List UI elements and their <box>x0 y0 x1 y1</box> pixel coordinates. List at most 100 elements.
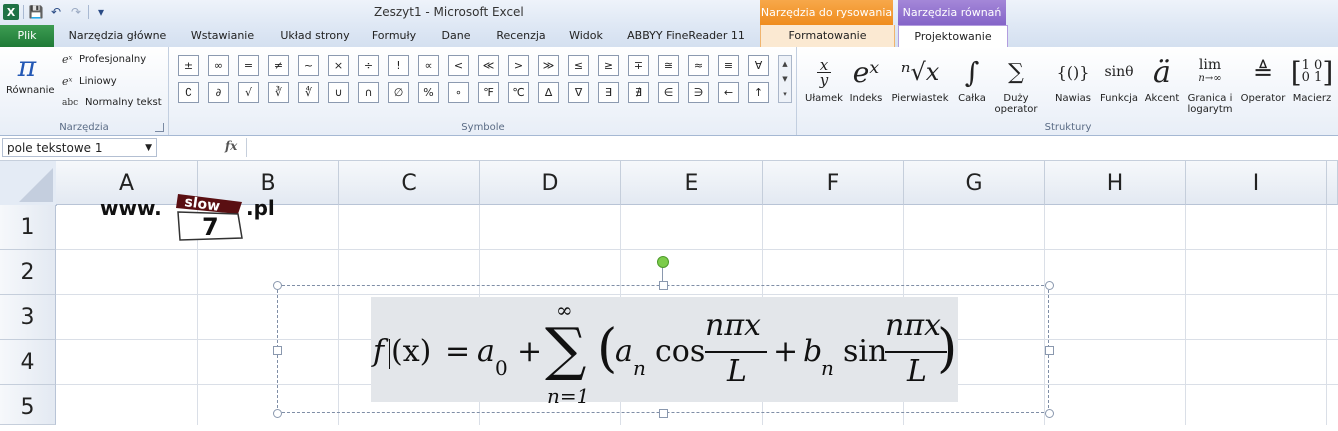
symbol-row1-14[interactable]: ≥ <box>598 55 619 76</box>
symbol-row2-16[interactable]: ∈ <box>658 82 679 103</box>
resize-handle-bottom[interactable] <box>659 409 668 418</box>
symbol-row2-0[interactable]: ∁ <box>178 82 199 103</box>
resize-handle-top-left[interactable] <box>273 281 282 290</box>
column-header-f[interactable]: F <box>763 161 904 205</box>
resize-handle-bottom-right[interactable] <box>1045 409 1054 418</box>
large-operator-button[interactable]: ∑ Duży operator <box>992 51 1040 116</box>
tab-insert[interactable]: Wstawianie <box>180 25 265 47</box>
function-button[interactable]: sinθ Funkcja <box>1096 51 1142 104</box>
chevron-down-icon[interactable]: ▼ <box>145 139 152 158</box>
symbol-row2-11[interactable]: ℃ <box>508 82 529 103</box>
bracket-button[interactable]: {()} Nawias <box>1050 51 1096 105</box>
redo-icon[interactable]: ↷ <box>68 4 84 20</box>
symbol-row1-11[interactable]: > <box>508 55 529 76</box>
scroll-down-icon[interactable]: ▼ <box>779 71 791 86</box>
limit-log-button[interactable]: lim n→∞ Granica i logarytm <box>1184 51 1236 115</box>
symbol-row1-2[interactable]: = <box>238 55 259 76</box>
symbol-row1-6[interactable]: ÷ <box>358 55 379 76</box>
symbol-row2-1[interactable]: ∂ <box>208 82 229 103</box>
scroll-up-icon[interactable]: ▲ <box>779 56 791 71</box>
column-header-e[interactable]: E <box>621 161 763 205</box>
equation-button[interactable]: π Równanie <box>6 51 55 97</box>
column-header-h[interactable]: H <box>1045 161 1186 205</box>
symbol-row1-17[interactable]: ≈ <box>688 55 709 76</box>
symbol-row1-1[interactable]: ∞ <box>208 55 229 76</box>
excel-app-icon[interactable]: X <box>3 4 19 20</box>
symbol-row2-10[interactable]: ℉ <box>478 82 499 103</box>
rotation-handle[interactable] <box>657 256 669 268</box>
column-header-c[interactable]: C <box>339 161 480 205</box>
tab-format[interactable]: Formatowanie <box>760 25 895 47</box>
symbol-row1-7[interactable]: ! <box>388 55 409 76</box>
tab-view[interactable]: Widok <box>562 25 610 47</box>
symbol-row2-8[interactable]: % <box>418 82 439 103</box>
symbol-row1-0[interactable]: ± <box>178 55 199 76</box>
symbol-row2-6[interactable]: ∩ <box>358 82 379 103</box>
linear-button[interactable]: eˣ Liniowy <box>62 75 117 88</box>
symbol-row1-10[interactable]: ≪ <box>478 55 499 76</box>
column-header-next[interactable] <box>1327 161 1338 205</box>
symbol-row2-13[interactable]: ∇ <box>568 82 589 103</box>
operator-button[interactable]: ≜ Operator <box>1238 51 1288 104</box>
professional-button[interactable]: eˣ Profesjonalny <box>62 53 146 66</box>
row-header-3[interactable]: 3 <box>0 295 56 340</box>
tab-data[interactable]: Dane <box>432 25 480 47</box>
tab-formulas[interactable]: Formuły <box>363 25 425 47</box>
select-all-corner[interactable] <box>0 161 57 206</box>
insert-function-icon[interactable]: fx <box>225 139 237 153</box>
symbol-row1-15[interactable]: ∓ <box>628 55 649 76</box>
symbol-row1-19[interactable]: ∀ <box>748 55 769 76</box>
symbol-row1-4[interactable]: ~ <box>298 55 319 76</box>
column-header-g[interactable]: G <box>904 161 1045 205</box>
row-header-5[interactable]: 5 <box>0 385 56 425</box>
tab-design[interactable]: Projektowanie <box>898 25 1008 49</box>
formula-input[interactable] <box>246 138 1337 157</box>
accent-button[interactable]: ä Akcent <box>1142 51 1182 105</box>
row-header-1[interactable]: 1 <box>0 205 56 250</box>
row-header-4[interactable]: 4 <box>0 340 56 385</box>
symbol-row2-19[interactable]: ↑ <box>748 82 769 103</box>
tab-home[interactable]: Narzędzia główne <box>60 25 175 47</box>
symbol-row1-12[interactable]: ≫ <box>538 55 559 76</box>
tab-abbyy[interactable]: ABBYY FineReader 11 <box>620 25 752 47</box>
column-header-i[interactable]: I <box>1186 161 1327 205</box>
resize-handle-top-right[interactable] <box>1045 281 1054 290</box>
matrix-button[interactable]: [1 00 1] Macierz <box>1290 51 1334 105</box>
radical-button[interactable]: ⁿ√x Pierwiastek <box>888 51 952 104</box>
symbol-row1-13[interactable]: ≤ <box>568 55 589 76</box>
resize-handle-bottom-left[interactable] <box>273 409 282 418</box>
resize-handle-top[interactable] <box>659 281 668 290</box>
resize-handle-left[interactable] <box>273 346 282 355</box>
symbol-row2-15[interactable]: ∄ <box>628 82 649 103</box>
dialog-launcher-icon[interactable] <box>155 123 164 132</box>
save-icon[interactable]: 💾 <box>28 4 44 20</box>
symbol-row1-5[interactable]: × <box>328 55 349 76</box>
symbol-row2-17[interactable]: ∋ <box>688 82 709 103</box>
name-box[interactable]: pole tekstowe 1 ▼ <box>2 138 157 157</box>
symbol-row1-8[interactable]: ∝ <box>418 55 439 76</box>
tab-review[interactable]: Recenzja <box>487 25 555 47</box>
symbol-row2-12[interactable]: ∆ <box>538 82 559 103</box>
symbol-row2-14[interactable]: ∃ <box>598 82 619 103</box>
symbol-row2-2[interactable]: √ <box>238 82 259 103</box>
row-header-2[interactable]: 2 <box>0 250 56 295</box>
symbol-gallery-scroll[interactable]: ▲ ▼ ▾ <box>778 55 792 103</box>
symbol-row1-9[interactable]: < <box>448 55 469 76</box>
gallery-more-icon[interactable]: ▾ <box>779 86 791 101</box>
script-button[interactable]: eˣ Indeks <box>846 51 886 105</box>
normal-text-button[interactable]: abc Normalny tekst <box>62 97 162 108</box>
fourier-series-equation[interactable]: f (x) = a 0 + ∞ ∑ n=1 ( a n cos nπx L + … <box>371 297 958 408</box>
symbol-row2-3[interactable]: ∛ <box>268 82 289 103</box>
symbol-row2-7[interactable]: ∅ <box>388 82 409 103</box>
undo-icon[interactable]: ↶ <box>48 4 64 20</box>
integral-button[interactable]: ∫ Całka <box>954 51 990 105</box>
symbol-row1-18[interactable]: ≡ <box>718 55 739 76</box>
column-header-d[interactable]: D <box>480 161 621 205</box>
resize-handle-right[interactable] <box>1045 346 1054 355</box>
symbol-row2-5[interactable]: ∪ <box>328 82 349 103</box>
customize-qat-icon[interactable]: ▾ <box>93 4 109 20</box>
symbol-row2-9[interactable]: ∘ <box>448 82 469 103</box>
tab-page-layout[interactable]: Układ strony <box>270 25 360 47</box>
symbol-row2-4[interactable]: ∜ <box>298 82 319 103</box>
fraction-button[interactable]: xy Ułamek <box>802 51 846 104</box>
